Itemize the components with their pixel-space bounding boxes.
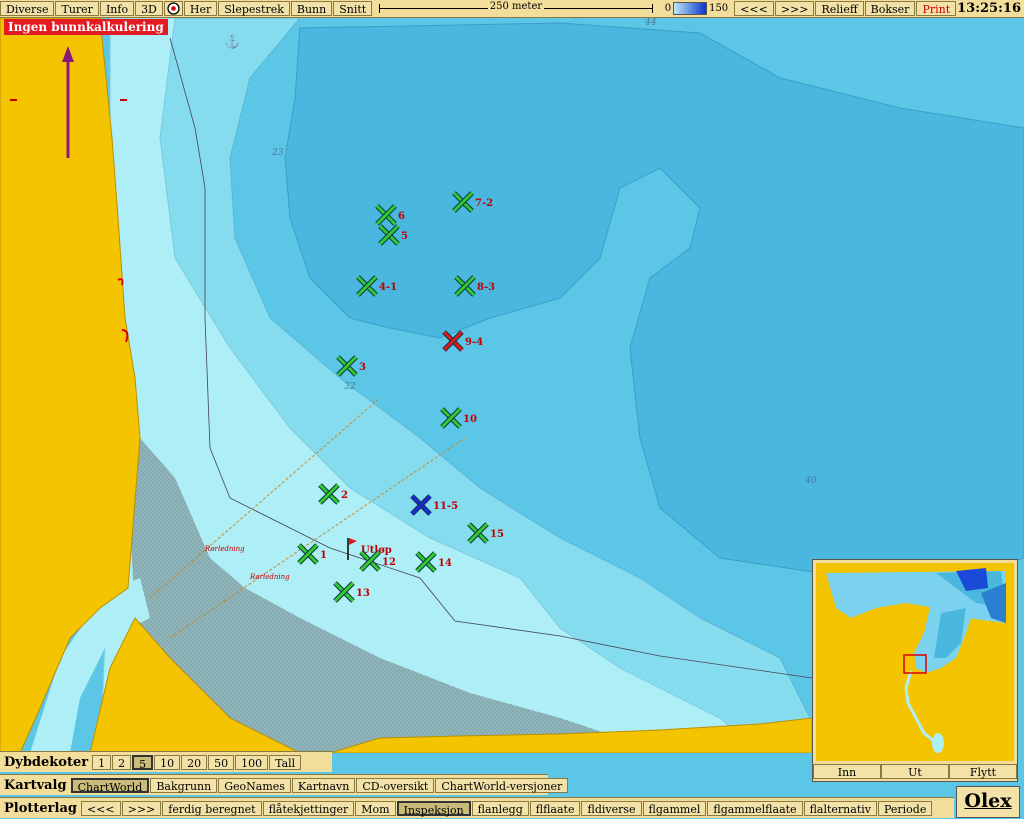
- kartvalg-row: Kartvalg ChartWorld Bakgrunn GeoNames Kartn…: [0, 774, 569, 795]
- kartvalg-option[interactable]: GeoNames: [218, 777, 291, 793]
- zoom-out-button[interactable]: Ut: [881, 764, 949, 779]
- dybdekoter-option[interactable]: 10: [154, 754, 181, 770]
- dybdekoter-option[interactable]: 50: [208, 754, 235, 770]
- olex-brand: Olex: [964, 790, 1012, 812]
- her-button[interactable]: Her: [183, 1, 218, 16]
- kartvalg-option[interactable]: CD-oversikt: [356, 777, 435, 793]
- kartvalg-option[interactable]: ChartWorld: [70, 777, 150, 794]
- slepestrek-button[interactable]: Slepestrek: [218, 1, 290, 16]
- pipeline-label-1: Rørledning: [204, 545, 245, 553]
- 3d-button[interactable]: 3D: [135, 1, 163, 16]
- plotterlag-option[interactable]: ferdig beregnet: [162, 800, 262, 816]
- plotterlag-row: Plotterlag <<< >>> ferdig beregnet flåtekje…: [0, 797, 954, 818]
- depth-color-scale: 0 150: [665, 2, 728, 15]
- top-toolbar: Diverse Turer Info 3D Her Slepestrek Bun…: [0, 0, 1024, 18]
- dybdekoter-option[interactable]: 1: [92, 754, 112, 770]
- snitt-button[interactable]: Snitt: [333, 1, 373, 16]
- overview-controls: Inn Ut Flytt: [813, 764, 1017, 781]
- marker-label: 3: [359, 362, 366, 373]
- kartvalg-option[interactable]: ChartWorld-versjoner: [435, 777, 569, 793]
- plotterlag-option[interactable]: Mom: [355, 800, 396, 816]
- plotterlag-option[interactable]: fldiverse: [581, 800, 642, 816]
- kartvalg-option[interactable]: Kartnavn: [291, 777, 356, 793]
- plotterlag-title: Plotterlag: [4, 800, 77, 816]
- print-button[interactable]: Print: [916, 1, 957, 16]
- marker-label: 9-4: [465, 337, 483, 348]
- dybdekoter-option[interactable]: 5: [132, 754, 154, 771]
- plotterlag-option[interactable]: flalternativ: [803, 800, 877, 816]
- bunn-button[interactable]: Bunn: [290, 1, 333, 16]
- marker-label: 6: [398, 211, 405, 222]
- scale-bar: 250 meter: [379, 1, 653, 16]
- move-button[interactable]: Flytt: [949, 764, 1017, 779]
- marker-label: 2: [341, 490, 348, 501]
- marker-label: 8-3: [477, 282, 495, 293]
- info-button[interactable]: Info: [99, 1, 135, 16]
- kartvalg-title: Kartvalg: [4, 777, 67, 793]
- dybdekoter-option[interactable]: 2: [112, 754, 132, 770]
- marker-label: 12: [382, 557, 396, 568]
- marker-label: 14: [438, 558, 452, 569]
- marker-label: 10: [463, 414, 477, 425]
- plotterlag-option[interactable]: flanlegg: [471, 800, 529, 816]
- overview-map-view[interactable]: [816, 563, 1014, 761]
- marker-label: 11-5: [433, 501, 458, 512]
- warning-banner: Ingen bunnkalkulering: [4, 19, 168, 35]
- depth-max-label: 150: [709, 3, 729, 14]
- relief-button[interactable]: Relieff: [815, 1, 864, 16]
- diverse-button[interactable]: Diverse: [0, 1, 55, 16]
- dybdekoter-option[interactable]: 100: [235, 754, 269, 770]
- plotterlag-option[interactable]: flgammelflaate: [707, 800, 803, 816]
- depth-label: 32: [344, 382, 356, 392]
- depth-min-label: 0: [664, 3, 672, 14]
- anchor-icon: ⚓: [224, 34, 240, 50]
- zoom-in-button[interactable]: Inn: [813, 764, 881, 779]
- plotterlag-option[interactable]: flgammel: [642, 800, 707, 816]
- kartvalg-option[interactable]: Bakgrunn: [150, 777, 218, 793]
- depth-label: 40: [804, 476, 817, 486]
- clock: 13:25:16: [957, 1, 1021, 16]
- nav-forward-button[interactable]: >>>: [774, 1, 815, 16]
- plotterlag-option[interactable]: <<<: [80, 800, 121, 816]
- marker-label: 13: [356, 588, 370, 599]
- dybdekoter-option[interactable]: Tall: [269, 754, 302, 770]
- depth-label: 44: [644, 18, 657, 28]
- nav-back-button[interactable]: <<<: [734, 1, 774, 16]
- marker-label: 1: [320, 550, 327, 561]
- plotterlag-option[interactable]: Inspeksjon: [396, 800, 471, 817]
- plotterlag-option[interactable]: Periode: [877, 800, 933, 816]
- dybdekoter-title: Dybdekoter: [4, 754, 89, 770]
- dybdekoter-option[interactable]: 20: [181, 754, 208, 770]
- plotterlag-option[interactable]: flåtekjettinger: [262, 800, 355, 816]
- overview-map: Inn Ut Flytt: [812, 559, 1018, 782]
- dybdekoter-row: Dybdekoter 1 2 5 10 20 50 100 Tall: [0, 751, 332, 772]
- marker-label: 15: [490, 529, 504, 540]
- marker-label: 7-2: [475, 198, 493, 209]
- bokser-button[interactable]: Bokser: [864, 1, 916, 16]
- compass-button[interactable]: [163, 1, 183, 16]
- scale-label: 250 meter: [487, 1, 545, 12]
- turer-button[interactable]: Turer: [55, 1, 99, 16]
- marker-label: 4-1: [379, 282, 397, 293]
- plotterlag-option[interactable]: >>>: [121, 800, 162, 816]
- marker-label: 5: [401, 231, 408, 242]
- plotterlag-option[interactable]: flflaate: [529, 800, 581, 816]
- olex-logo: Olex: [956, 786, 1020, 818]
- compass-icon: [167, 2, 180, 15]
- depth-label: 23: [271, 148, 284, 158]
- depth-gradient: [673, 2, 708, 15]
- pipeline-label-2: Rørledning: [249, 573, 290, 581]
